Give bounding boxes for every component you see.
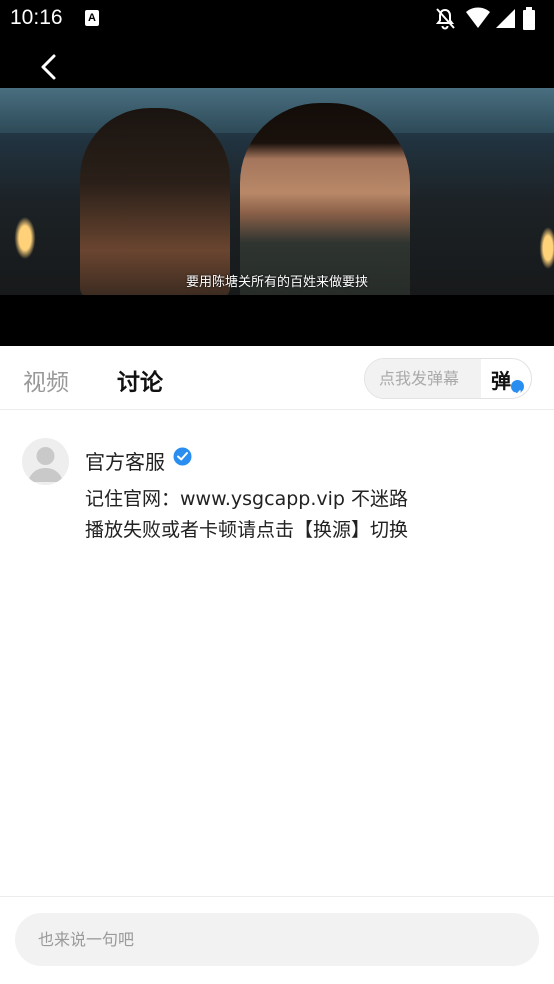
status-time: 10:16 bbox=[10, 6, 63, 29]
video-figure-left bbox=[80, 108, 230, 295]
video-frame[interactable]: 要用陈塘关所有的百姓来做要挟 bbox=[0, 88, 554, 295]
chevron-left-icon bbox=[41, 54, 56, 80]
bottom-comment-bar: 也来说一句吧 bbox=[0, 896, 554, 984]
back-button[interactable] bbox=[30, 50, 70, 86]
video-figure-right bbox=[240, 103, 410, 295]
danmaku-toggle[interactable]: 弹 bbox=[491, 365, 524, 396]
comment-input[interactable]: 也来说一句吧 bbox=[15, 913, 539, 966]
status-bar: 10:16 A bbox=[0, 0, 554, 38]
video-player[interactable]: 要用陈塘关所有的百姓来做要挟 bbox=[0, 38, 554, 346]
comment-text-line: 播放失败或者卡顿请点击【换源】切换 bbox=[85, 519, 409, 541]
default-avatar-icon bbox=[28, 447, 63, 482]
tab-discussion[interactable]: 讨论 bbox=[117, 363, 163, 397]
danmaku-toggle-label: 弹 bbox=[491, 369, 511, 393]
signal-icon bbox=[496, 9, 515, 28]
comment-item: 官方客服 记住官网：www.ysgcapp.vip 不迷路 播放失败或者卡顿请点… bbox=[0, 410, 554, 550]
wifi-icon bbox=[466, 7, 490, 28]
status-icons bbox=[434, 7, 544, 31]
notifications-off-icon bbox=[435, 8, 455, 30]
danmaku-bar: 点我发弹幕 弹 bbox=[364, 358, 532, 399]
video-subtitle: 要用陈塘关所有的百姓来做要挟 bbox=[185, 275, 368, 290]
tabs-row: 视频 讨论 点我发弹幕 弹 bbox=[0, 346, 554, 410]
danmaku-enabled-check-icon bbox=[511, 380, 524, 396]
verified-icon bbox=[173, 447, 192, 466]
comment-author: 官方客服 bbox=[85, 450, 165, 474]
avatar[interactable] bbox=[22, 438, 69, 485]
tab-video[interactable]: 视频 bbox=[23, 363, 69, 397]
danmaku-input[interactable]: 点我发弹幕 bbox=[365, 359, 481, 398]
app-notification-icon: A bbox=[85, 10, 99, 26]
battery-icon bbox=[523, 7, 535, 30]
comment-text-line: 记住官网：www.ysgcapp.vip 不迷路 bbox=[85, 488, 408, 510]
